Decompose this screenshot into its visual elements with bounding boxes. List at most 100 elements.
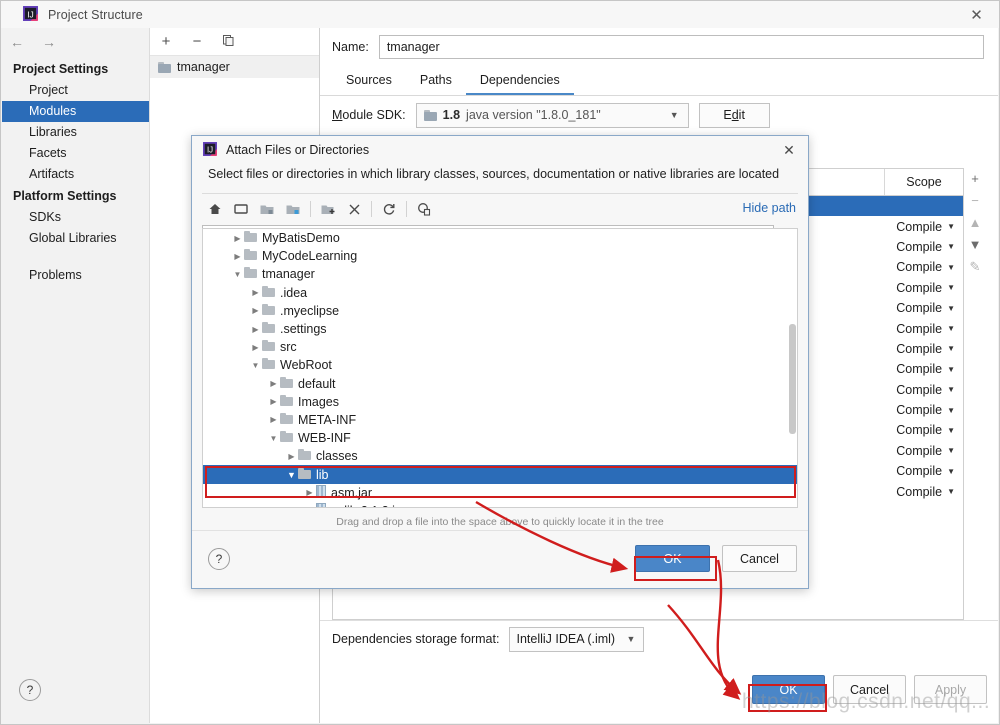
module-folder-icon[interactable] (280, 196, 306, 222)
chevron-right-icon[interactable]: ▶ (249, 325, 262, 334)
tree-node--idea[interactable]: ▶ .idea (203, 284, 797, 302)
hide-path-link[interactable]: Hide path (742, 201, 796, 215)
chevron-right-icon[interactable]: ▶ (249, 306, 262, 315)
chevron-right-icon[interactable]: ▶ (231, 234, 244, 243)
tree-node-label: .myeclipse (280, 303, 340, 318)
chevron-down-icon[interactable]: ▼ (285, 470, 298, 480)
module-name-input[interactable] (378, 35, 984, 59)
chevron-right-icon[interactable]: ▶ (249, 343, 262, 352)
chevron-right-icon[interactable]: ▶ (303, 488, 316, 497)
sidebar-item-global-libraries[interactable]: Global Libraries (2, 228, 149, 249)
new-folder-icon[interactable] (315, 196, 341, 222)
dependency-scope-cell[interactable]: Compile ▼ (885, 362, 963, 376)
chevron-down-icon: ▼ (947, 242, 955, 252)
home-icon[interactable] (202, 196, 228, 222)
tree-node-meta-inf[interactable]: ▶ META-INF (203, 411, 797, 429)
move-down-button[interactable]: ▼ (969, 238, 982, 251)
sidebar-item-problems[interactable]: Problems (2, 265, 149, 286)
tree-node-mycodelearning[interactable]: ▶ MyCodeLearning (203, 247, 797, 265)
copy-module-button[interactable] (221, 34, 235, 50)
dependency-scope-cell[interactable]: Compile ▼ (885, 403, 963, 417)
tree-scrollbar[interactable] (789, 324, 796, 434)
chevron-down-icon[interactable]: ▼ (249, 361, 262, 370)
dependencies-storage-select[interactable]: IntelliJ IDEA (.iml) ▼ (509, 626, 645, 652)
chevron-right-icon[interactable]: ▶ (267, 415, 280, 424)
cancel-button[interactable]: Cancel (833, 675, 906, 704)
chevron-down-icon[interactable]: ▼ (267, 434, 280, 443)
sidebar-item-libraries[interactable]: Libraries (2, 122, 149, 143)
dependency-scope-cell[interactable]: Compile ▼ (885, 322, 963, 336)
intellij-idea-logo-icon: IJ (23, 5, 38, 24)
add-module-button[interactable]: + (159, 34, 173, 49)
file-tree[interactable]: ▶ MyBatisDemo ▶ MyCodeLearning ▼ tmanager ▶ .id… (202, 228, 798, 508)
show-hidden-files-icon[interactable] (411, 196, 437, 222)
tree-node-default[interactable]: ▶ default (203, 375, 797, 393)
module-sdk-version: 1.8 (442, 108, 461, 122)
sidebar-item-facets[interactable]: Facets (2, 143, 149, 164)
module-list-item-label: tmanager (177, 60, 230, 74)
tree-node-src[interactable]: ▶ src (203, 338, 797, 356)
attach-ok-button[interactable]: OK (635, 545, 710, 572)
tree-node-web-inf[interactable]: ▼ WEB-INF (203, 429, 797, 447)
tree-node--myeclipse[interactable]: ▶ .myeclipse (203, 302, 797, 320)
chevron-right-icon[interactable]: ▶ (231, 252, 244, 261)
delete-icon[interactable] (341, 196, 367, 222)
refresh-icon[interactable] (376, 196, 402, 222)
module-name-row: Name: (320, 28, 998, 66)
tree-node-lib[interactable]: ▼ lib (203, 465, 797, 484)
sidebar-item-artifacts[interactable]: Artifacts (2, 164, 149, 185)
dependency-scope-cell[interactable]: Compile ▼ (885, 342, 963, 356)
tree-node-cglib-2-1-3-jar[interactable]: ▶ cglib-2.1.3.jar (203, 502, 797, 507)
tree-node-tmanager[interactable]: ▼ tmanager (203, 265, 797, 283)
chevron-right-icon[interactable]: ▶ (285, 452, 298, 461)
close-icon[interactable]: ✕ (954, 1, 999, 28)
module-list-item-tmanager[interactable]: tmanager (150, 56, 319, 78)
close-icon[interactable]: ✕ (770, 136, 808, 164)
ok-button[interactable]: OK (752, 675, 825, 704)
tree-node-classes[interactable]: ▶ classes (203, 447, 797, 465)
tab-sources[interactable]: Sources (332, 68, 406, 95)
edit-dependency-button[interactable]: ✎ (970, 260, 981, 273)
module-sdk-select[interactable]: 1.8 java version "1.8.0_181" ▼ (415, 102, 689, 128)
edit-sdk-button[interactable]: Edit (698, 102, 770, 128)
tab-dependencies[interactable]: Dependencies (465, 68, 574, 95)
attach-cancel-button[interactable]: Cancel (722, 545, 797, 572)
sidebar-item-modules[interactable]: Modules (2, 101, 149, 122)
svg-text:IJ: IJ (207, 145, 213, 154)
help-button[interactable]: ? (19, 679, 41, 701)
chevron-right-icon[interactable]: ▶ (249, 288, 262, 297)
dependency-scope-cell[interactable]: Compile ▼ (885, 423, 963, 437)
tree-node--settings[interactable]: ▶ .settings (203, 320, 797, 338)
project-folder-icon[interactable] (254, 196, 280, 222)
dependency-scope-cell[interactable]: Compile ▼ (885, 281, 963, 295)
chevron-down-icon: ▼ (947, 222, 955, 232)
arrow-right-icon[interactable]: → (42, 35, 56, 49)
tree-node-mybatisdemo[interactable]: ▶ MyBatisDemo (203, 229, 797, 247)
remove-module-button[interactable]: − (190, 34, 204, 49)
desktop-icon[interactable] (228, 196, 254, 222)
tree-node-images[interactable]: ▶ Images (203, 393, 797, 411)
tab-paths[interactable]: Paths (406, 68, 466, 95)
move-up-button[interactable]: ▲ (969, 216, 982, 229)
chevron-right-icon[interactable]: ▶ (303, 506, 316, 507)
dependency-scope-cell[interactable]: Compile ▼ (885, 240, 963, 254)
attach-help-button[interactable]: ? (208, 548, 230, 570)
scope-value: Compile (896, 301, 943, 316)
chevron-right-icon[interactable]: ▶ (267, 397, 280, 406)
dependency-scope-cell[interactable]: Compile ▼ (885, 485, 963, 499)
tree-node-webroot[interactable]: ▼ WebRoot (203, 356, 797, 374)
tree-node-asm-jar[interactable]: ▶ asm.jar (203, 484, 797, 502)
arrow-left-icon[interactable]: ← (10, 35, 24, 49)
sidebar-item-sdks[interactable]: SDKs (2, 207, 149, 228)
dependency-scope-cell[interactable]: Compile ▼ (885, 260, 963, 274)
chevron-right-icon[interactable]: ▶ (267, 379, 280, 388)
dependency-scope-cell[interactable]: Compile ▼ (885, 444, 963, 458)
remove-dependency-button[interactable]: − (971, 194, 979, 207)
sidebar-item-project[interactable]: Project (2, 80, 149, 101)
add-dependency-button[interactable]: + (971, 172, 979, 185)
chevron-down-icon[interactable]: ▼ (231, 270, 244, 279)
dependency-scope-cell[interactable]: Compile ▼ (885, 301, 963, 315)
dependency-scope-cell[interactable]: Compile ▼ (885, 464, 963, 478)
dependency-scope-cell[interactable]: Compile ▼ (885, 383, 963, 397)
dependency-scope-cell[interactable]: Compile ▼ (885, 220, 963, 234)
